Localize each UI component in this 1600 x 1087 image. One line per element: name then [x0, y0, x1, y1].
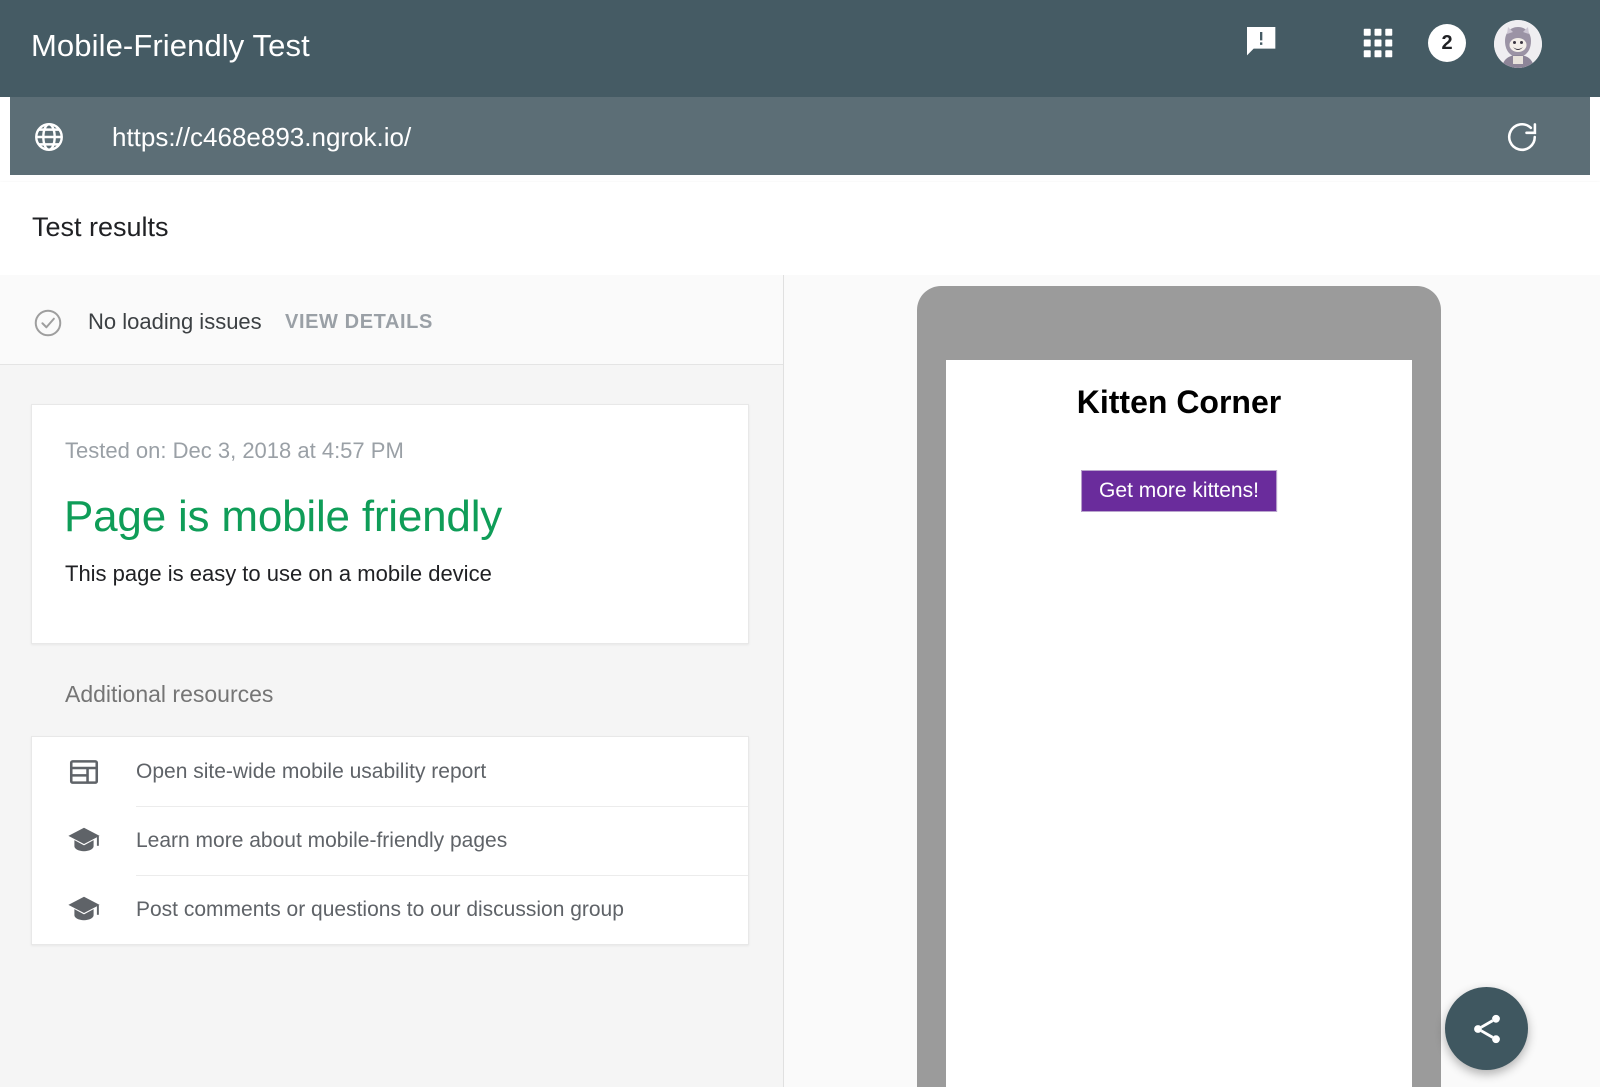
resource-label: Open site-wide mobile usability report	[136, 760, 486, 784]
verdict-headline: Page is mobile friendly	[64, 492, 502, 542]
check-circle-icon	[32, 307, 64, 339]
avatar[interactable]	[1494, 20, 1542, 68]
url-input-value[interactable]: https://c468e893.ngrok.io/	[112, 120, 411, 154]
mobile-friendly-test-app: Mobile-Friendly Test 2	[0, 0, 1600, 1087]
resource-row-discussion-group[interactable]: Post comments or questions to our discus…	[32, 875, 748, 944]
app-header: Mobile-Friendly Test 2	[0, 0, 1600, 97]
additional-resources-label: Additional resources	[65, 681, 273, 708]
additional-resources-card: Open site-wide mobile usability report L…	[31, 736, 749, 945]
share-button[interactable]	[1445, 987, 1528, 1070]
apps-grid-icon[interactable]	[1359, 24, 1397, 62]
resource-label: Post comments or questions to our discus…	[136, 898, 624, 922]
resource-label: Learn more about mobile-friendly pages	[136, 829, 507, 853]
school-cap-icon	[32, 823, 136, 859]
resource-label-wrap: Post comments or questions to our discus…	[136, 875, 748, 944]
results-title: Test results	[32, 212, 169, 243]
results-header-bar	[0, 182, 1600, 275]
reload-icon[interactable]	[1504, 119, 1540, 155]
resource-row-learn-more[interactable]: Learn more about mobile-friendly pages	[32, 806, 748, 875]
share-icon	[1469, 1011, 1505, 1047]
tested-on-timestamp: Tested on: Dec 3, 2018 at 4:57 PM	[65, 438, 404, 464]
loading-status-text: No loading issues	[88, 309, 262, 335]
school-cap-icon	[32, 892, 136, 928]
notification-count-badge[interactable]: 2	[1428, 24, 1466, 62]
resource-label-wrap: Learn more about mobile-friendly pages	[136, 806, 748, 875]
page-title: Mobile-Friendly Test	[31, 28, 310, 64]
phone-screen: Kitten Corner Get more kittens!	[946, 360, 1412, 1087]
view-details-button[interactable]: VIEW DETAILS	[285, 311, 433, 334]
preview-page-title: Kitten Corner	[946, 384, 1412, 421]
preview-panel: Kitten Corner Get more kittens!	[783, 275, 1600, 1087]
verdict-description: This page is easy to use on a mobile dev…	[65, 561, 492, 587]
feedback-icon[interactable]	[1242, 22, 1282, 62]
globe-icon	[32, 120, 66, 154]
resource-row-usability-report[interactable]: Open site-wide mobile usability report	[32, 737, 748, 806]
preview-get-more-kittens-button[interactable]: Get more kittens!	[1081, 470, 1277, 512]
resource-label-wrap: Open site-wide mobile usability report	[136, 737, 748, 806]
dashboard-report-icon	[32, 755, 136, 789]
